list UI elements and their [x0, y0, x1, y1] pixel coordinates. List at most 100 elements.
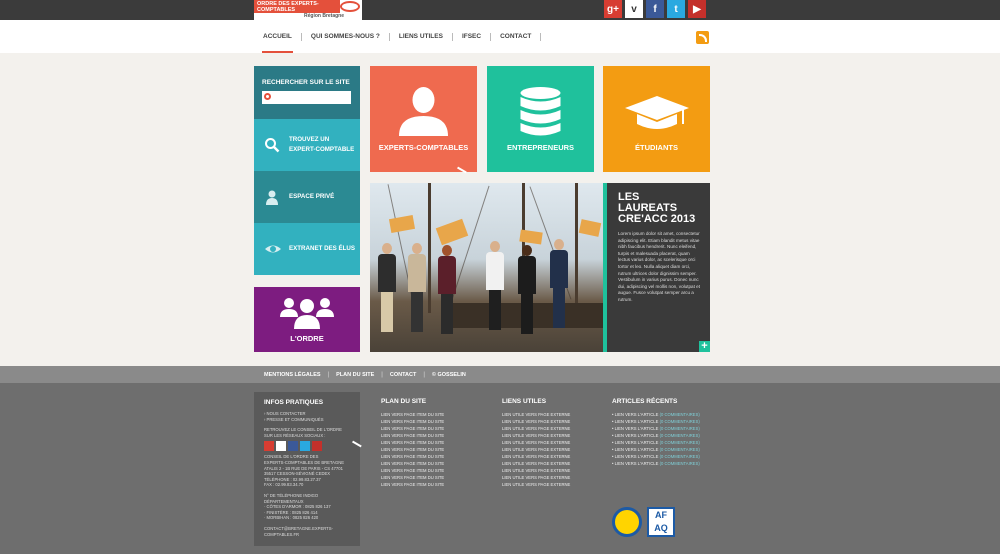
article-title[interactable]: LIEN VERS L'ARTICLE	[615, 461, 659, 466]
google-plus-icon[interactable]: g+	[604, 0, 622, 18]
social-intro: SUR LES RÉSEAUX SOCIAUX :	[264, 432, 326, 438]
footer-link-plan[interactable]: PLAN DU SITE	[336, 372, 374, 378]
comment-count[interactable]: (0 COMMENTAIRES)	[660, 426, 700, 431]
certification-badge	[612, 507, 642, 537]
ordre-label: L'ORDRE	[290, 334, 324, 343]
nav-item-contact[interactable]: CONTACT	[491, 20, 540, 53]
useful-link[interactable]: LIEN UTILE VERS PAGE EXTERNE	[502, 453, 570, 460]
ordre-tile[interactable]: L'ORDRE	[254, 287, 360, 352]
article-title[interactable]: LIEN VERS L'ARTICLE	[615, 419, 659, 424]
comment-count[interactable]: (0 COMMENTAIRES)	[660, 461, 700, 466]
article-title[interactable]: LIEN VERS L'ARTICLE	[615, 412, 659, 417]
facebook-icon[interactable]: f	[646, 0, 664, 18]
useful-link[interactable]: LIEN UTILE VERS PAGE EXTERNE	[502, 460, 570, 467]
search-input[interactable]	[274, 91, 350, 104]
twitter-icon[interactable]: t	[667, 0, 685, 18]
comment-count[interactable]: (0 COMMENTAIRES)	[660, 454, 700, 459]
logo-region: Région Bretagne	[304, 13, 345, 19]
plan-link[interactable]: LIEN VERS PAGE ITEM DU SITE	[381, 481, 444, 488]
vimeo-icon[interactable]: v	[625, 0, 643, 18]
email-link[interactable]: CONTACT@BRETAGNE.EXPERTS-COMPTABLES.FR	[264, 526, 351, 537]
read-more-button[interactable]: +	[699, 341, 710, 352]
useful-link[interactable]: LIEN UTILE VERS PAGE EXTERNE	[502, 418, 570, 425]
site-logo[interactable]: ORDRE DES EXPERTS-COMPTABLES Région Bret…	[254, 0, 362, 20]
nav-item-liens-utiles[interactable]: LIENS UTILES	[390, 20, 452, 53]
plan-link[interactable]: LIEN VERS PAGE ITEM DU SITE	[381, 446, 444, 453]
comment-count[interactable]: (0 COMMENTAIRES)	[660, 447, 700, 452]
article-link[interactable]: • LIEN VERS L'ARTICLE (0 COMMENTAIRES)	[612, 460, 700, 467]
article-link[interactable]: • LIEN VERS L'ARTICLE (0 COMMENTAIRES)	[612, 411, 700, 418]
footer-link-credit[interactable]: © GOSSELIN	[432, 372, 466, 378]
award-sign	[578, 219, 602, 237]
article-link[interactable]: • LIEN VERS L'ARTICLE (0 COMMENTAIRES)	[612, 446, 700, 453]
plan-link[interactable]: LIEN VERS PAGE ITEM DU SITE	[381, 474, 444, 481]
article-link[interactable]: • LIEN VERS L'ARTICLE (0 COMMENTAIRES)	[612, 432, 700, 439]
article-title[interactable]: LIEN VERS L'ARTICLE	[615, 447, 659, 452]
extranet-tile[interactable]: EXTRANET DES ÉLUS	[254, 223, 360, 275]
entrepreneurs-tile[interactable]: ENTREPRENEURS	[487, 66, 594, 172]
social-intro: RETROUVEZ LE CONSEIL DE L'ORDRE	[264, 427, 342, 433]
article-links: • LIEN VERS L'ARTICLE (0 COMMENTAIRES) • …	[612, 411, 700, 467]
useful-link[interactable]: LIEN UTILE VERS PAGE EXTERNE	[502, 474, 570, 481]
article-link[interactable]: • LIEN VERS L'ARTICLE (0 COMMENTAIRES)	[612, 453, 700, 460]
useful-link[interactable]: LIEN UTILE VERS PAGE EXTERNE	[502, 481, 570, 488]
plan-link[interactable]: LIEN VERS PAGE ITEM DU SITE	[381, 432, 444, 439]
footer-link-contact[interactable]: CONTACT	[390, 372, 416, 378]
news-title[interactable]: LES LAUREATS CRE'ACC 2013	[618, 192, 701, 225]
comment-count[interactable]: (0 COMMENTAIRES)	[660, 433, 700, 438]
plan-link[interactable]: LIEN VERS PAGE ITEM DU SITE	[381, 418, 444, 425]
article-title[interactable]: LIEN VERS L'ARTICLE	[615, 440, 659, 445]
news-photo[interactable]	[370, 183, 603, 352]
useful-link[interactable]: LIEN UTILE VERS PAGE EXTERNE	[502, 425, 570, 432]
twitter-icon[interactable]	[300, 441, 310, 452]
useful-link[interactable]: LIEN UTILE VERS PAGE EXTERNE	[502, 446, 570, 453]
afaq-badge: AF AQ	[647, 507, 675, 537]
youtube-icon[interactable]: ▶	[688, 0, 706, 18]
ship-mast	[428, 183, 431, 313]
private-space-label: ESPACE PRIVÉ	[289, 193, 335, 200]
article-title[interactable]: LIEN VERS L'ARTICLE	[615, 426, 659, 431]
nav-item-ifsec[interactable]: IFSEC	[453, 20, 490, 53]
database-icon	[520, 87, 561, 136]
entrepreneurs-label: ENTREPRENEURS	[506, 143, 575, 152]
facebook-icon[interactable]	[288, 441, 298, 452]
find-expert-tile[interactable]: TROUVEZ UN EXPERT-COMPTABLE	[254, 119, 360, 171]
comment-count[interactable]: (0 COMMENTAIRES)	[660, 419, 700, 424]
infos-title: INFOS PRATIQUES	[264, 399, 324, 406]
plan-link[interactable]: LIEN VERS PAGE ITEM DU SITE	[381, 411, 444, 418]
useful-link[interactable]: LIEN UTILE VERS PAGE EXTERNE	[502, 411, 570, 418]
comment-count[interactable]: (0 COMMENTAIRES)	[660, 412, 700, 417]
search-field[interactable]	[262, 91, 351, 104]
search-icon	[264, 137, 280, 153]
article-link[interactable]: • LIEN VERS L'ARTICLE (0 COMMENTAIRES)	[612, 425, 700, 432]
plan-link[interactable]: LIEN VERS PAGE ITEM DU SITE	[381, 439, 444, 446]
experts-comptables-tile[interactable]: EXPERTS-COMPTABLES	[370, 66, 477, 172]
private-space-tile[interactable]: ESPACE PRIVÉ	[254, 171, 360, 223]
nav-item-accueil[interactable]: ACCUEIL	[254, 20, 301, 53]
rss-icon[interactable]	[696, 31, 709, 44]
plan-link[interactable]: LIEN VERS PAGE ITEM DU SITE	[381, 453, 444, 460]
useful-link[interactable]: LIEN UTILE VERS PAGE EXTERNE	[502, 432, 570, 439]
plan-link[interactable]: LIEN VERS PAGE ITEM DU SITE	[381, 460, 444, 467]
footer-link-mentions[interactable]: MENTIONS LÉGALES	[264, 372, 321, 378]
news-panel: LES LAUREATS CRE'ACC 2013 Lorem ipsum do…	[603, 183, 710, 352]
award-sign	[388, 215, 416, 233]
nav-item-qui-sommes-nous[interactable]: QUI SOMMES-NOUS ?	[302, 20, 389, 53]
article-title[interactable]: LIEN VERS L'ARTICLE	[615, 433, 659, 438]
footer-links: MENTIONS LÉGALES | PLAN DU SITE | CONTAC…	[264, 366, 466, 383]
article-link[interactable]: • LIEN VERS L'ARTICLE (0 COMMENTAIRES)	[612, 418, 700, 425]
useful-link[interactable]: LIEN UTILE VERS PAGE EXTERNE	[502, 439, 570, 446]
article-title[interactable]: LIEN VERS L'ARTICLE	[615, 454, 659, 459]
comment-count[interactable]: (0 COMMENTAIRES)	[660, 440, 700, 445]
plan-link[interactable]: LIEN VERS PAGE ITEM DU SITE	[381, 467, 444, 474]
google-plus-icon[interactable]	[264, 441, 274, 452]
eye-icon	[264, 241, 281, 257]
award-sign	[435, 218, 469, 246]
etudiants-tile[interactable]: ÉTUDIANTS	[603, 66, 710, 172]
article-link[interactable]: • LIEN VERS L'ARTICLE (0 COMMENTAIRES)	[612, 439, 700, 446]
vimeo-icon[interactable]	[276, 441, 286, 452]
plan-link[interactable]: LIEN VERS PAGE ITEM DU SITE	[381, 425, 444, 432]
useful-link[interactable]: LIEN UTILE VERS PAGE EXTERNE	[502, 467, 570, 474]
youtube-icon[interactable]	[312, 441, 322, 452]
infos-pratiques: INFOS PRATIQUES › NOUS CONTACTER › PRESS…	[254, 392, 360, 546]
